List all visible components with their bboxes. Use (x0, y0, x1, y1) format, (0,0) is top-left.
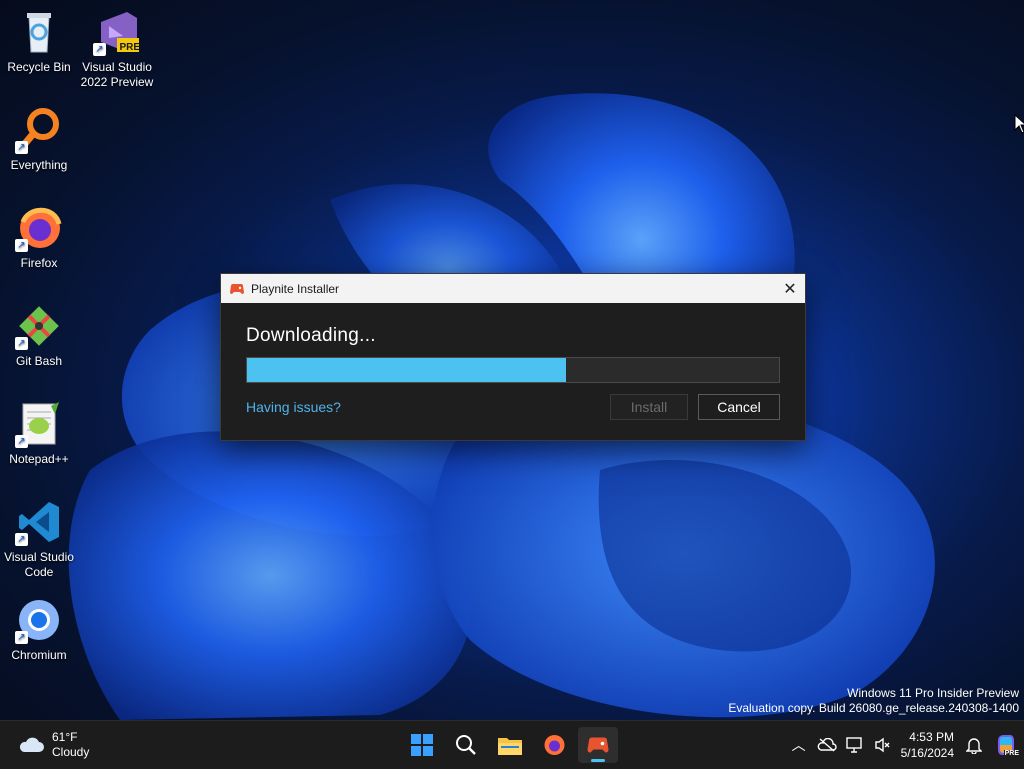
desktop-icon-label: Firefox (20, 256, 58, 270)
clock[interactable]: 4:53 PM 5/16/2024 (901, 729, 954, 761)
watermark-line-2: Evaluation copy. Build 26080.ge_release.… (728, 701, 1019, 715)
shortcut-arrow-icon: ↗ (15, 631, 28, 644)
close-button[interactable]: ✕ (775, 274, 805, 303)
window-titlebar[interactable]: Playnite Installer ✕ (221, 274, 805, 303)
firefox-taskbar-button[interactable] (534, 727, 574, 763)
clock-time: 4:53 PM (909, 730, 954, 744)
everything-search-icon: ↗ (15, 106, 63, 154)
firefox-icon: ↗ (15, 204, 63, 252)
vscode-icon: ↗ (15, 498, 63, 546)
chromium-icon: ↗ (15, 596, 63, 644)
notifications-button[interactable] (960, 721, 988, 769)
shortcut-arrow-icon: ↗ (15, 141, 28, 154)
weather-condition: Cloudy (52, 745, 90, 759)
status-heading: Downloading... (246, 325, 376, 346)
windows-start-icon (411, 734, 433, 756)
desktop-icon-visual-studio-2022-preview[interactable]: PRE ↗ Visual Studio 2022 Preview (78, 8, 156, 90)
desktop-icon-recycle-bin[interactable]: Recycle Bin (0, 8, 78, 75)
playnite-taskbar-button[interactable] (578, 727, 618, 763)
file-explorer-button[interactable] (490, 727, 530, 763)
preview-badge: PRE (119, 42, 140, 53)
close-icon: ✕ (783, 280, 797, 298)
desktop-icon-label: Everything (10, 158, 68, 172)
playnite-icon (587, 737, 609, 753)
taskbar: 61°F Cloudy ︿ 4:53 PM 5/16/2024 PRE (0, 720, 1024, 769)
desktop-icon-label: Visual Studio 2022 Preview (80, 60, 154, 89)
onedrive-status-button[interactable] (813, 721, 841, 769)
download-progress-bar (246, 357, 780, 383)
shortcut-arrow-icon: ↗ (15, 533, 28, 546)
network-icon (845, 737, 862, 753)
desktop-icon-git-bash[interactable]: ↗ Git Bash (0, 302, 78, 369)
copilot-preview-badge: PRE (1003, 750, 1020, 757)
desktop-icon-chromium[interactable]: ↗ Chromium (0, 596, 78, 663)
desktop-icon-firefox[interactable]: ↗ Firefox (0, 204, 78, 271)
notepad-plus-plus-icon: ↗ (15, 400, 63, 448)
window-title: Playnite Installer (251, 281, 340, 296)
desktop-icon-label: Chromium (11, 648, 67, 662)
windows-watermark: Windows 11 Pro Insider Preview Evaluatio… (728, 686, 1019, 716)
shortcut-arrow-icon: ↗ (15, 337, 28, 350)
network-button[interactable] (841, 721, 869, 769)
recycle-bin-icon (15, 8, 63, 56)
file-explorer-icon (498, 738, 522, 755)
shortcut-arrow-icon: ↗ (15, 435, 28, 448)
firefox-icon (544, 735, 565, 755)
playnite-icon (230, 283, 244, 294)
volume-button[interactable] (869, 721, 897, 769)
bell-icon (966, 738, 982, 754)
cancel-button[interactable]: Cancel (698, 394, 780, 420)
system-tray: ︿ 4:53 PM 5/16/2024 PRE (785, 721, 1024, 769)
install-button[interactable]: Install (610, 394, 688, 420)
shortcut-arrow-icon: ↗ (15, 239, 28, 252)
desktop-icon-label: Notepad++ (9, 452, 69, 466)
weather-temperature: 61°F (52, 730, 78, 744)
search-button[interactable] (446, 727, 486, 763)
shortcut-arrow-icon: ↗ (93, 43, 106, 56)
having-issues-link[interactable]: Having issues? (246, 399, 341, 415)
search-icon (456, 735, 476, 755)
show-hidden-icons-button[interactable]: ︿ (785, 721, 813, 769)
start-button[interactable] (402, 727, 442, 763)
chevron-up-icon: ︿ (791, 737, 806, 753)
desktop-icon-visual-studio-code[interactable]: ↗ Visual Studio Code (0, 498, 78, 580)
cloud-icon (19, 737, 44, 752)
desktop-icon-label: Visual Studio Code (4, 550, 74, 579)
clock-date: 5/16/2024 (900, 746, 954, 760)
copilot-button[interactable]: PRE (988, 721, 1024, 769)
watermark-line-1: Windows 11 Pro Insider Preview (847, 686, 1019, 700)
desktop-icon-everything[interactable]: ↗ Everything (0, 106, 78, 173)
desktop-icon-label: Recycle Bin (7, 60, 71, 74)
playnite-installer-window: Playnite Installer ✕ Downloading... Havi… (220, 273, 806, 441)
desktop-icon-label: Git Bash (15, 354, 63, 368)
weather-widget[interactable]: 61°F Cloudy (18, 730, 89, 760)
mouse-cursor-icon (1014, 114, 1024, 134)
git-bash-icon: ↗ (15, 302, 63, 350)
progress-fill (247, 358, 567, 382)
cloud-offline-icon (817, 738, 837, 752)
visual-studio-preview-icon: PRE ↗ (93, 8, 141, 56)
speaker-muted-icon (874, 737, 890, 753)
desktop-icon-notepad-plus-plus[interactable]: ↗ Notepad++ (0, 400, 78, 467)
